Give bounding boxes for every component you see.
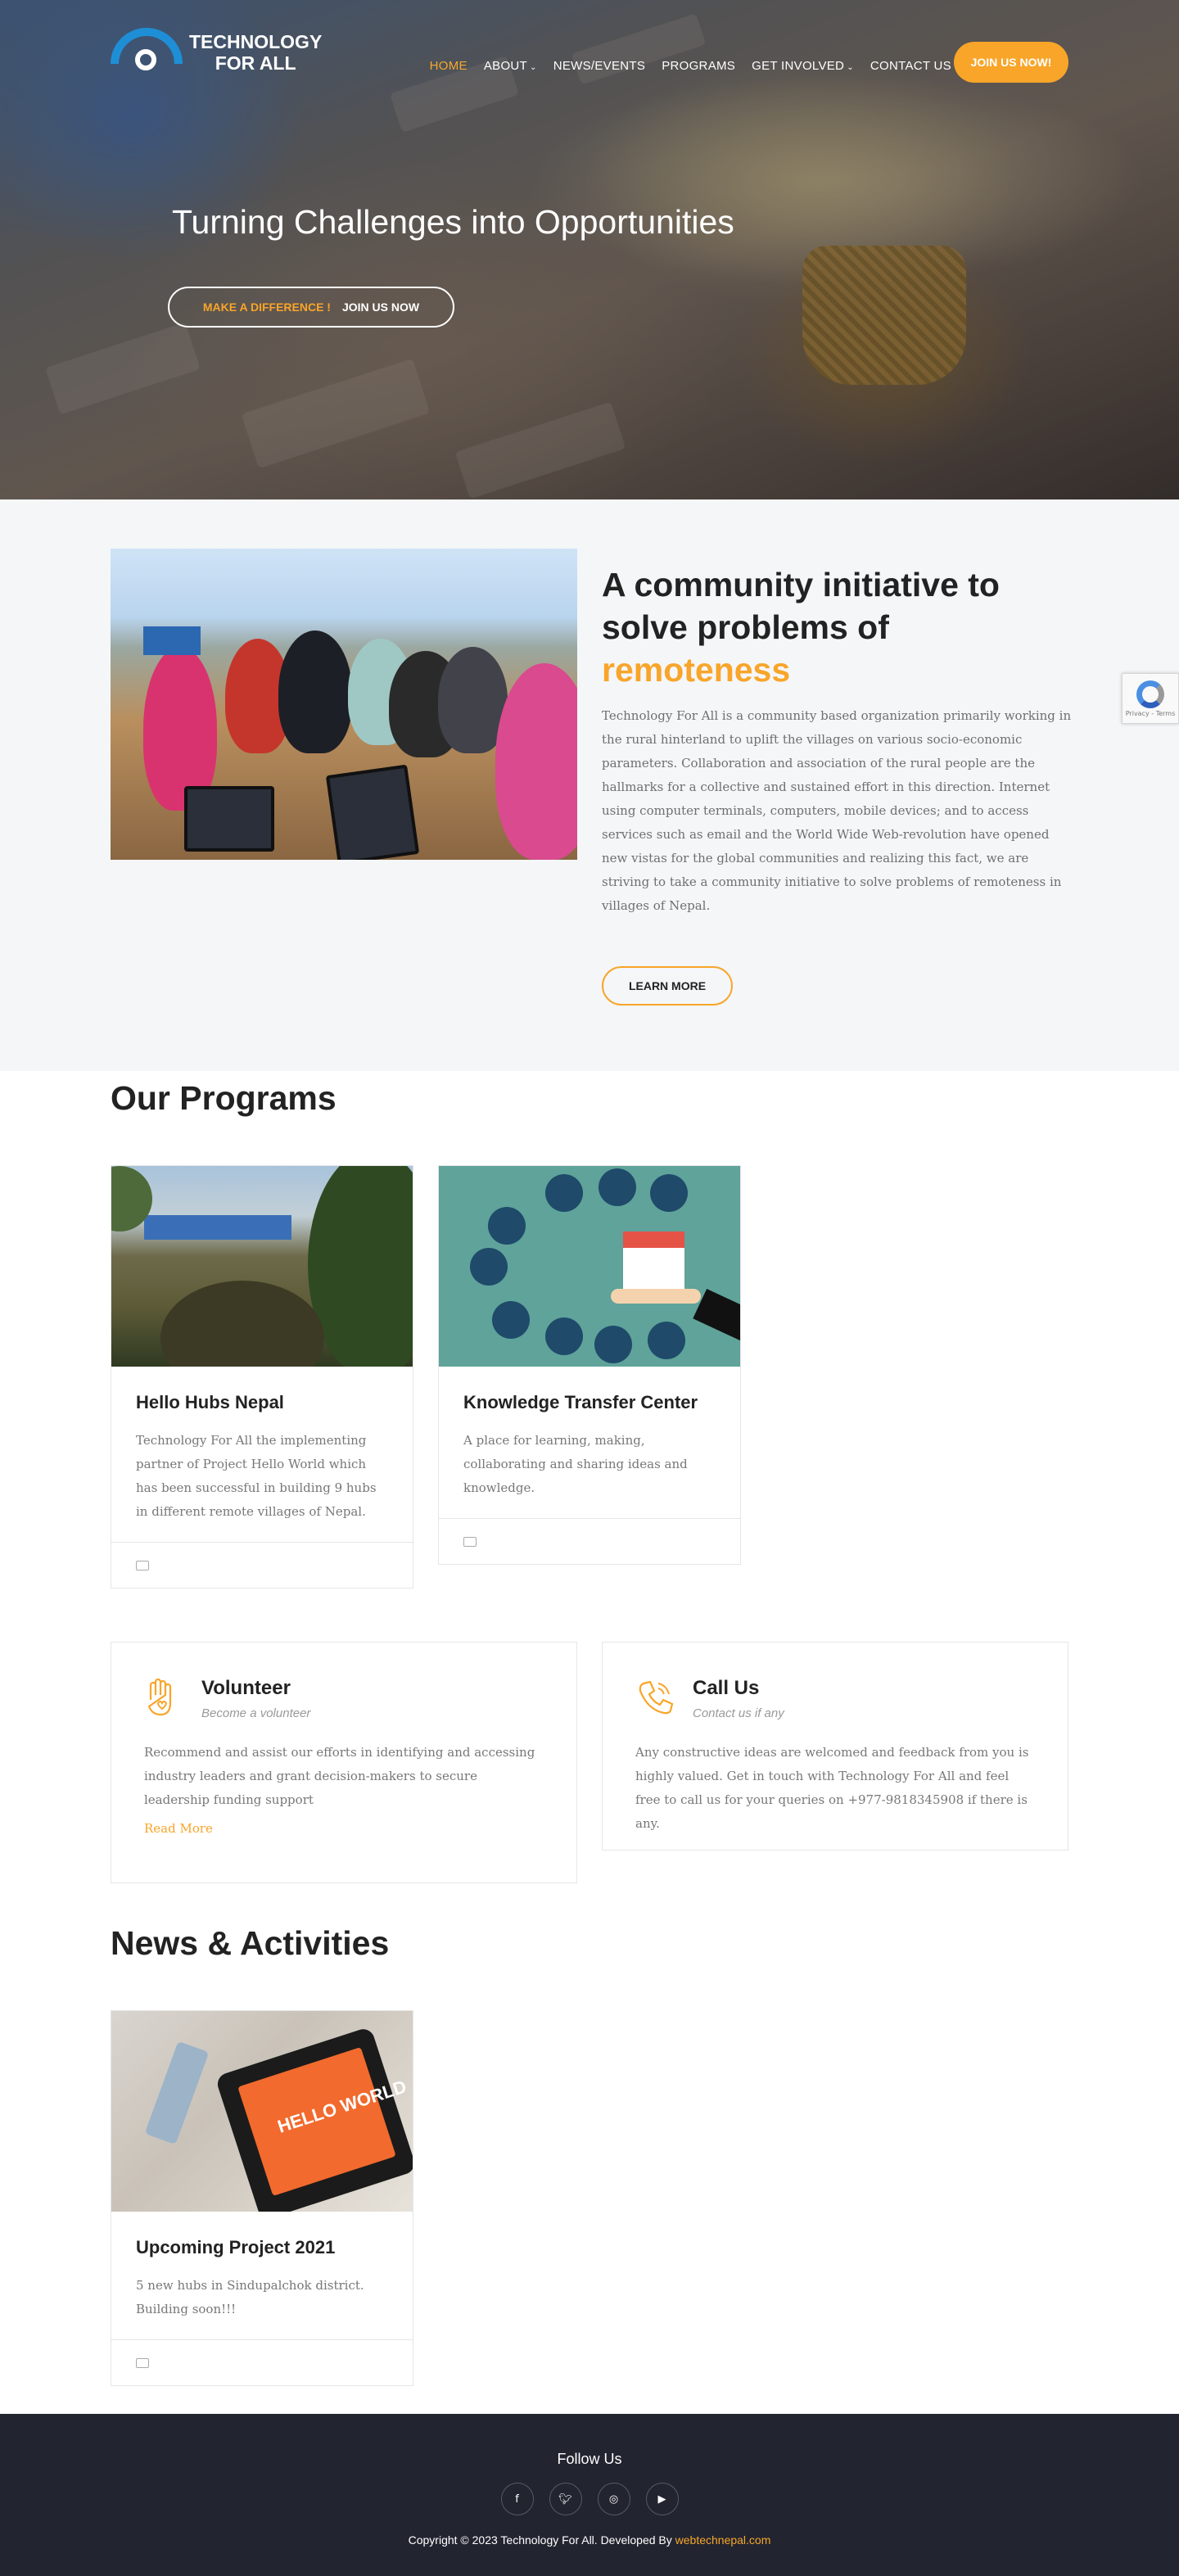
calendar-icon	[463, 1536, 477, 1547]
recaptcha-icon	[1136, 680, 1164, 708]
nav-contact-us[interactable]: CONTACT US	[870, 59, 951, 73]
card-footer	[439, 1518, 740, 1564]
hero-title: Turning Challenges into Opportunities	[172, 203, 734, 241]
program-image	[111, 1166, 413, 1367]
news-title: News & Activities	[111, 1924, 390, 1962]
calendar-icon	[136, 1560, 149, 1570]
community-photo	[111, 549, 577, 860]
learn-more-button[interactable]: LEARN MORE	[602, 966, 733, 1006]
call-us-box: Call Us Contact us if any Any constructi…	[602, 1642, 1068, 1851]
hero-cta-primary-label: MAKE A DIFFERENCE !	[202, 301, 331, 314]
program-desc: Technology For All the implementing part…	[136, 1433, 377, 1519]
program-card[interactable]: Hello Hubs Nepal Technology For All the …	[111, 1165, 413, 1589]
recaptcha-badge[interactable]: Privacy - Terms	[1122, 673, 1179, 724]
program-image	[439, 1166, 740, 1367]
nav-about[interactable]: ABOUT ⌄	[484, 59, 537, 73]
nav-news-events[interactable]: NEWS/EVENTS	[553, 59, 645, 73]
main-nav: HOME ABOUT ⌄ NEWS/EVENTS PROGRAMS GET INV…	[430, 59, 951, 73]
phone-icon	[635, 1677, 674, 1718]
twitter-icon[interactable]: 🐦︎	[549, 2483, 582, 2515]
nav-programs[interactable]: PROGRAMS	[662, 59, 735, 73]
card-footer	[111, 1542, 413, 1588]
programs-title: Our Programs	[111, 1079, 337, 1117]
program-title[interactable]: Hello Hubs Nepal	[136, 1391, 388, 1414]
logo-icon	[111, 28, 183, 77]
hand-heart-icon	[144, 1677, 178, 1718]
news-item-title[interactable]: Upcoming Project 2021	[136, 2236, 388, 2259]
program-card[interactable]: Knowledge Transfer Center A place for le…	[438, 1165, 741, 1565]
chevron-down-icon: ⌄	[530, 63, 537, 72]
call-us-text: Any constructive ideas are welcomed and …	[635, 1745, 1029, 1831]
read-more-link[interactable]: Read More	[144, 1821, 213, 1836]
program-title[interactable]: Knowledge Transfer Center	[463, 1391, 716, 1414]
program-desc: A place for learning, making, collaborat…	[463, 1433, 688, 1495]
about-section: A community initiative to solve problems…	[0, 499, 1179, 1071]
card-footer	[111, 2339, 413, 2385]
call-us-title: Call Us	[693, 1677, 760, 1699]
instagram-icon[interactable]: ◎	[597, 2483, 630, 2515]
youtube-icon[interactable]: ▶	[645, 2483, 679, 2515]
hero-banner: TECHNOLOGY FOR ALL HOME ABOUT ⌄ NEWS/EVEN…	[0, 0, 1179, 499]
site-footer: Follow Us f 🐦︎ ◎ ▶ Copyright © 2023 Tech…	[0, 2414, 1179, 2576]
logo-text: TECHNOLOGY FOR ALL	[189, 31, 323, 74]
chevron-down-icon: ⌄	[847, 63, 854, 72]
about-body: Technology For All is a community based …	[602, 708, 1072, 913]
volunteer-subtitle: Become a volunteer	[201, 1706, 311, 1720]
volunteer-text: Recommend and assist our efforts in iden…	[144, 1745, 535, 1807]
nav-get-involved[interactable]: GET INVOLVED ⌄	[752, 59, 854, 73]
call-us-subtitle: Contact us if any	[693, 1706, 784, 1720]
developer-link[interactable]: webtechnepal.com	[675, 2533, 771, 2547]
volunteer-box: Volunteer Become a volunteer Recommend a…	[111, 1642, 577, 1883]
site-logo[interactable]: TECHNOLOGY FOR ALL	[111, 28, 322, 77]
calendar-icon	[136, 2357, 149, 2368]
follow-us-label: Follow Us	[557, 2451, 622, 2467]
social-links: f 🐦︎ ◎ ▶	[0, 2483, 1179, 2515]
about-heading-highlight: remoteness	[602, 651, 791, 689]
news-item-desc: 5 new hubs in Sindupalchok district. Bui…	[136, 2278, 364, 2316]
copyright: Copyright © 2023 Technology For All. Dev…	[408, 2533, 771, 2547]
volunteer-title: Volunteer	[201, 1677, 291, 1699]
hero-cta-button[interactable]: MAKE A DIFFERENCE ! JOIN US NOW	[168, 287, 454, 328]
about-heading: A community initiative to solve problems…	[602, 563, 1077, 691]
recaptcha-links[interactable]: Privacy - Terms	[1126, 710, 1176, 717]
nav-home[interactable]: HOME	[430, 59, 468, 73]
hero-cta-secondary-label: JOIN US NOW	[341, 301, 420, 314]
news-card[interactable]: HELLO WORLD Upcoming Project 2021 5 new …	[111, 2010, 413, 2386]
join-us-now-button[interactable]: JOIN US NOW!	[954, 42, 1068, 83]
facebook-icon[interactable]: f	[500, 2483, 534, 2515]
news-image: HELLO WORLD	[111, 2011, 413, 2212]
